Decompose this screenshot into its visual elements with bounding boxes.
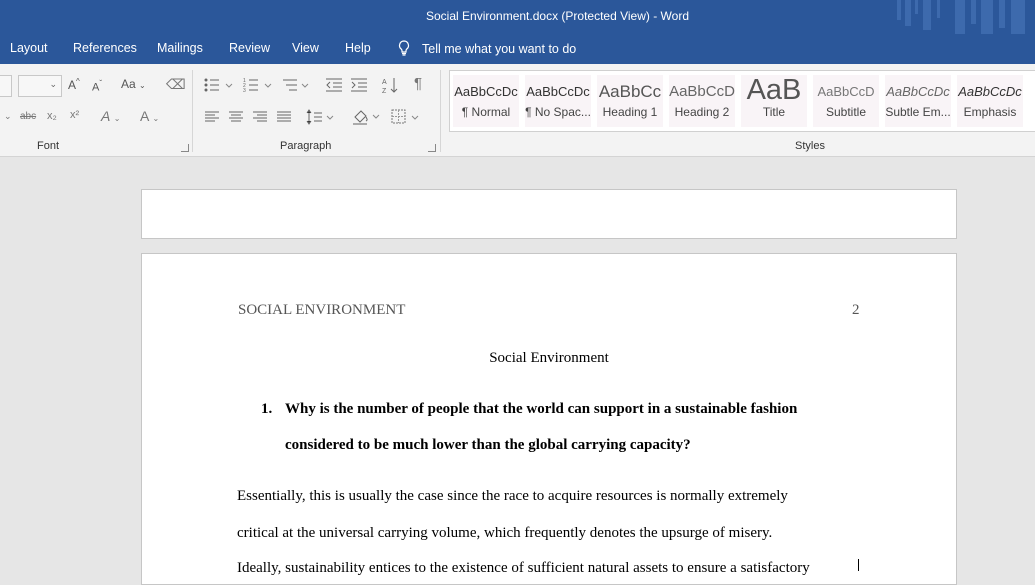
clear-formatting-icon[interactable]: ⌫: [166, 76, 186, 93]
tell-me-text: Tell me what you want to do: [422, 42, 577, 56]
justify-icon[interactable]: [276, 110, 292, 124]
superscript-button[interactable]: x²: [70, 109, 79, 121]
show-formatting-marks-icon[interactable]: ¶: [414, 75, 422, 92]
style-no-spacing[interactable]: AaBbCcDc ¶ No Spac...: [525, 75, 591, 127]
sort-icon[interactable]: AZ: [382, 76, 398, 94]
borders-icon[interactable]: [391, 109, 421, 125]
increase-indent-icon[interactable]: [350, 77, 368, 93]
bullets-icon[interactable]: [204, 77, 234, 93]
decrease-indent-icon[interactable]: [325, 77, 343, 93]
text-effects-button[interactable]: A ⌄: [101, 108, 120, 124]
svg-text:A: A: [382, 79, 387, 86]
tab-mailings[interactable]: Mailings: [157, 41, 203, 55]
align-left-icon[interactable]: [204, 110, 220, 124]
svg-text:3: 3: [243, 88, 246, 93]
font-dialog-launcher-icon[interactable]: [181, 144, 189, 152]
shrink-font-button[interactable]: Aˇ: [92, 79, 102, 94]
multilevel-list-icon[interactable]: [282, 77, 312, 93]
style-emphasis[interactable]: AaBbCcDc Emphasis: [957, 75, 1023, 127]
chevron-down-icon: ⌄: [49, 79, 57, 89]
question-line-1: Why is the number of people that the wor…: [285, 401, 798, 417]
question-number: 1.: [261, 401, 273, 417]
svg-text:Z: Z: [382, 88, 387, 94]
subscript-button[interactable]: x₂: [47, 110, 57, 122]
document-title: Social Environment: [489, 350, 609, 366]
paragraph-dialog-launcher-icon[interactable]: [428, 144, 436, 152]
style-normal[interactable]: AaBbCcDc ¶ Normal: [453, 75, 519, 127]
line-spacing-icon[interactable]: [306, 109, 336, 125]
style-heading-2[interactable]: AaBbCcD Heading 2: [669, 75, 735, 127]
style-heading-1[interactable]: AaBbCc Heading 1: [597, 75, 663, 127]
font-group-label: Font: [37, 140, 60, 152]
font-name-box[interactable]: [0, 75, 12, 97]
font-size-box[interactable]: ⌄: [18, 75, 62, 97]
divider: [440, 70, 441, 152]
style-title[interactable]: AaB Title: [741, 75, 807, 127]
paragraph-line-1: Essentially, this is usually the case si…: [237, 488, 788, 504]
tab-view[interactable]: View: [292, 41, 319, 55]
tell-me-box[interactable]: Tell me what you want to do: [398, 40, 576, 56]
shading-icon[interactable]: [352, 108, 382, 126]
align-center-icon[interactable]: [228, 110, 244, 124]
change-case-button[interactable]: Aa ⌄: [121, 77, 146, 91]
styles-gallery: AaBbCcDc ¶ Normal AaBbCcDc ¶ No Spac... …: [449, 70, 1035, 132]
page-number: 2: [852, 302, 860, 318]
divider: [192, 70, 193, 152]
style-subtle-emphasis[interactable]: AaBbCcDc Subtle Em...: [885, 75, 951, 127]
numbering-icon[interactable]: 123: [243, 77, 273, 93]
window-title: Social Environment.docx (Protected View)…: [426, 9, 689, 23]
paragraph-group-label: Paragraph: [280, 140, 332, 152]
strikethrough-button[interactable]: abc: [20, 111, 36, 122]
paragraph-line-3: Ideally, sustainability entices to the e…: [237, 560, 810, 576]
text-cursor: [858, 559, 859, 571]
tab-layout[interactable]: Layout: [10, 41, 48, 55]
question-line-2: considered to be much lower than the glo…: [285, 437, 691, 453]
tab-help[interactable]: Help: [345, 41, 371, 55]
paragraph-line-2: critical at the universal carrying volum…: [237, 525, 773, 541]
font-color-button[interactable]: A ⌄: [140, 108, 159, 124]
align-right-icon[interactable]: [252, 110, 268, 124]
tab-references[interactable]: References: [73, 41, 137, 55]
style-subtitle[interactable]: AaBbCcD Subtitle: [813, 75, 879, 127]
previous-page: [141, 189, 957, 239]
underline-chevron-icon[interactable]: ⌄: [4, 111, 12, 122]
grow-font-button[interactable]: A^: [68, 77, 80, 92]
title-bar: Social Environment.docx (Protected View)…: [0, 0, 1035, 34]
lightbulb-icon: [398, 40, 410, 56]
styles-group-label: Styles: [795, 140, 825, 152]
title-bar-decoration: [897, 0, 1025, 34]
tab-review[interactable]: Review: [229, 41, 270, 55]
running-head: SOCIAL ENVIRONMENT: [238, 302, 406, 318]
ribbon-tabs: Layout References Mailings Review View H…: [0, 34, 1035, 64]
